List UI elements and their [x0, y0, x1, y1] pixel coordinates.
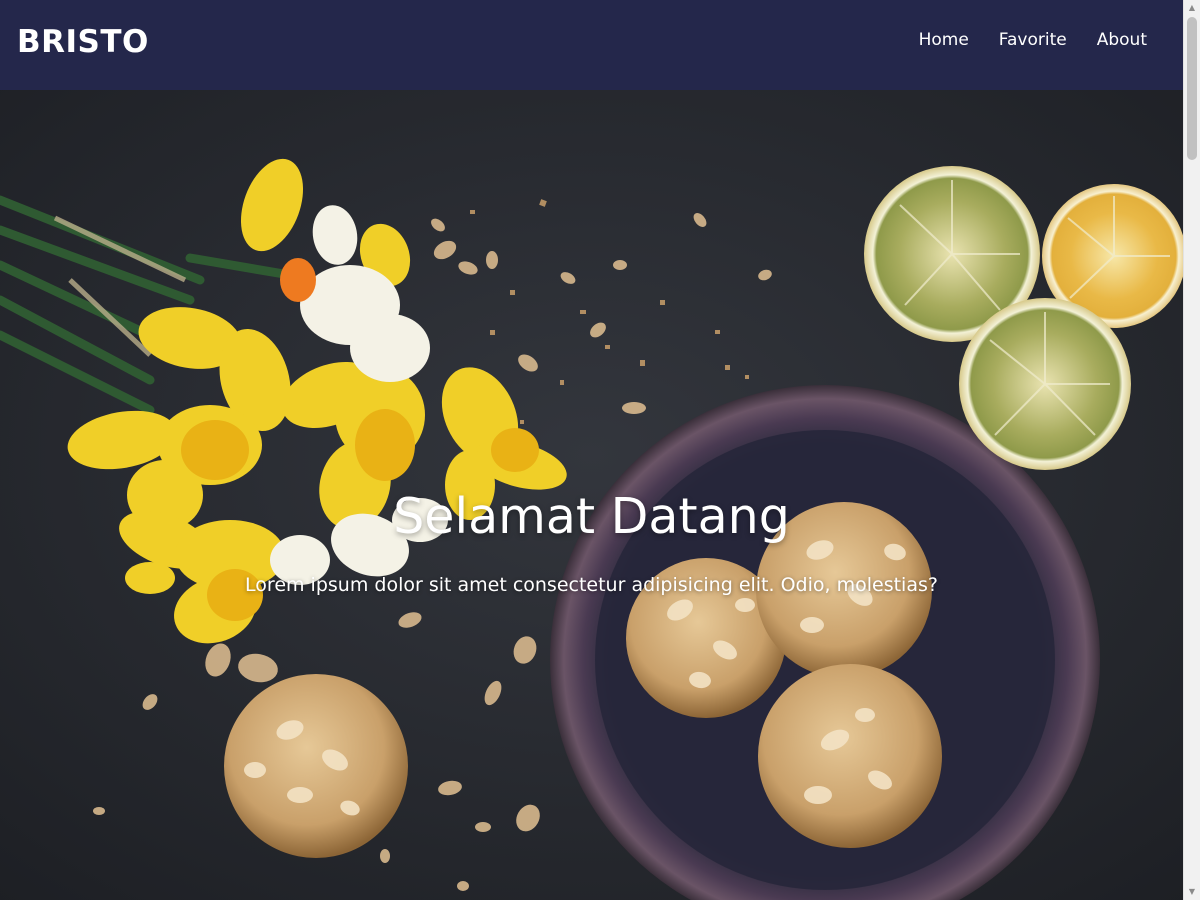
hero-subtitle: Lorem ipsum dolor sit amet consectetur a… — [245, 574, 938, 596]
triangle-up-icon[interactable]: ▲ — [1184, 0, 1200, 16]
nav-links: Home Favorite About — [919, 28, 1147, 52]
hero-section: Selamat Datang Lorem ipsum dolor sit ame… — [0, 90, 1183, 900]
nav-link-about[interactable]: About — [1097, 28, 1147, 52]
triangle-down-icon[interactable]: ▼ — [1184, 884, 1200, 900]
navbar: BRISTO Home Favorite About — [0, 0, 1183, 90]
vertical-scrollbar[interactable]: ▲ ▼ — [1183, 0, 1200, 900]
hero-content: Selamat Datang Lorem ipsum dolor sit ame… — [0, 90, 1183, 900]
scrollbar-thumb[interactable] — [1187, 17, 1197, 160]
page-viewport: BRISTO Home Favorite About Selamat Datan… — [0, 0, 1183, 900]
brand-logo[interactable]: BRISTO — [17, 24, 149, 60]
nav-link-home[interactable]: Home — [919, 28, 969, 52]
hero-title: Selamat Datang — [393, 488, 790, 545]
nav-link-favorite[interactable]: Favorite — [999, 28, 1067, 52]
